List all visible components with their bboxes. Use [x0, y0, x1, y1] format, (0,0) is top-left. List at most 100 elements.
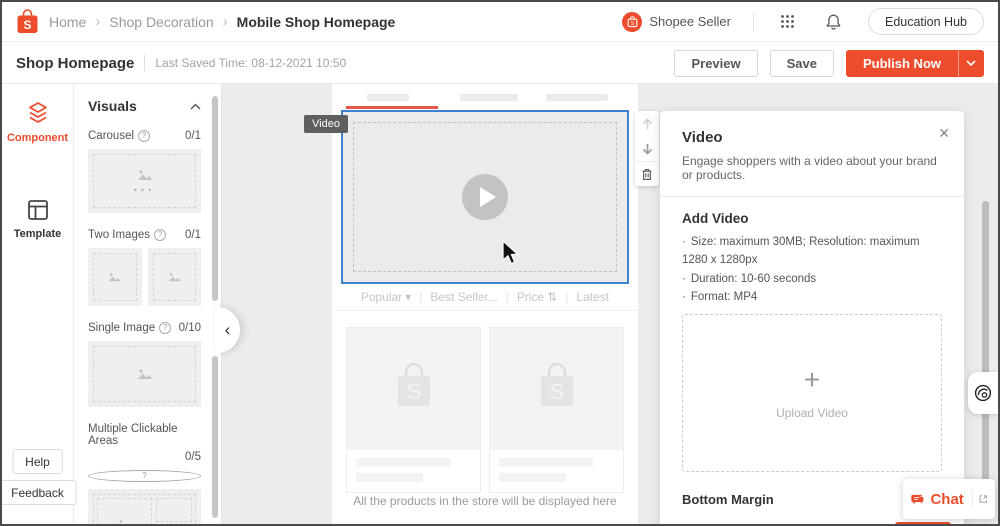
question-icon[interactable]: ?	[88, 470, 201, 482]
spec-duration: Duration: 10-60 seconds	[682, 270, 942, 288]
tab-template-label: Template	[13, 228, 62, 240]
chevron-up-icon[interactable]	[190, 103, 201, 110]
product-placeholders[interactable]: S S	[346, 327, 624, 493]
carousel-dots-icon: •••	[133, 184, 156, 195]
multiple-areas-count: 0/5	[185, 451, 201, 463]
publish-dropdown-button[interactable]	[958, 49, 984, 77]
divider: |	[505, 290, 509, 304]
carousel-label: Carousel	[88, 130, 135, 142]
image-placeholder-icon	[137, 369, 152, 379]
shopee-bag-placeholder-icon: S	[540, 363, 573, 406]
chat-label: Chat	[930, 490, 964, 508]
product-sort-bar: Popular ▾ | Best Seller... | Price ⇅ | L…	[332, 284, 638, 311]
move-down-button[interactable]	[635, 136, 659, 161]
two-images-thumbnail-left[interactable]	[88, 248, 142, 306]
template-icon	[27, 200, 48, 220]
mouse-cursor-icon	[502, 240, 519, 265]
move-up-button[interactable]	[635, 111, 659, 136]
visuals-title: Visuals	[88, 98, 137, 114]
notifications-button[interactable]	[821, 9, 846, 35]
panel-scrollbar-thumb[interactable]	[212, 356, 218, 518]
component-tooltip: Video	[304, 115, 348, 133]
close-panel-button[interactable]: ✕	[938, 125, 950, 142]
feedback-button[interactable]: Feedback	[2, 480, 77, 505]
preview-button[interactable]: Preview	[674, 49, 758, 77]
panel-save-button[interactable]: Save	[894, 521, 951, 524]
divider	[144, 55, 146, 71]
breadcrumb-current: Mobile Shop Homepage	[236, 13, 396, 30]
panel-scrollbar-thumb[interactable]	[212, 96, 218, 301]
visuals-panel: Visuals Carousel ? 0/1 ••• Two Images ? …	[74, 84, 222, 524]
expand-icon[interactable]	[979, 493, 988, 505]
breadcrumb-home[interactable]: Home	[49, 14, 86, 30]
svg-text:S: S	[549, 379, 564, 404]
tab-component[interactable]: Component	[2, 84, 73, 154]
chat-widget[interactable]: Chat	[903, 479, 995, 519]
seller-account[interactable]: S Shopee Seller	[622, 11, 731, 32]
product-card-placeholder: S	[346, 327, 481, 493]
component-row-carousel: Carousel ? 0/1	[88, 130, 201, 142]
divider: |	[565, 290, 569, 304]
grid-icon	[781, 15, 794, 28]
shopee-logo-icon[interactable]: S	[16, 9, 39, 34]
page-toolbar: Shop Homepage Last Saved Time: 08-12-202…	[2, 43, 998, 84]
preview-shop-tabs	[332, 84, 638, 110]
image-placeholder-icon	[108, 273, 122, 282]
seller-label: Shopee Seller	[649, 14, 731, 29]
arrow-down-icon	[642, 143, 652, 155]
chevron-down-icon	[966, 60, 976, 66]
faded-tab-placeholder	[546, 94, 608, 101]
publish-now-button[interactable]: Publish Now	[846, 49, 958, 77]
chat-icon	[911, 494, 924, 504]
question-icon[interactable]: ?	[159, 322, 172, 334]
video-component-selected[interactable]	[341, 110, 629, 284]
save-button[interactable]: Save	[769, 49, 834, 77]
image-placeholder-icon	[119, 520, 124, 524]
support-button[interactable]	[968, 372, 998, 414]
spec-format: Format: MP4	[682, 288, 942, 306]
component-toolbar	[635, 111, 659, 186]
tab-template[interactable]: Template	[2, 182, 73, 250]
component-row-single-image: Single Image ? 0/10	[88, 322, 201, 334]
multiple-areas-label: Multiple Clickable Areas	[88, 423, 178, 447]
breadcrumb-shop-decoration[interactable]: Shop Decoration	[109, 14, 213, 30]
education-hub-button[interactable]: Education Hub	[867, 8, 984, 35]
top-nav: S Home › Shop Decoration › Mobile Shop H…	[2, 2, 998, 42]
headset-icon	[974, 384, 992, 402]
apps-grid-button[interactable]	[776, 10, 799, 33]
left-rail: Component Template Help Feedback	[2, 84, 77, 524]
image-placeholder-icon	[168, 273, 181, 282]
bottom-margin-label: Bottom Margin	[682, 492, 774, 508]
delete-component-button[interactable]	[635, 161, 659, 186]
add-video-title: Add Video	[682, 211, 749, 226]
publish-button-group: Publish Now	[846, 49, 984, 77]
play-icon	[462, 174, 508, 220]
caret-down-icon: ▾	[405, 290, 412, 304]
video-specs-list: Size: maximum 30MB; Resolution: maximum …	[682, 233, 942, 307]
divider	[752, 11, 754, 32]
editor-canvas: Popular ▾ | Best Seller... | Price ⇅ | L…	[222, 84, 998, 524]
video-settings-panel: Video ✕ Engage shoppers with a video abo…	[660, 111, 964, 524]
canvas-scrollbar-thumb[interactable]	[982, 201, 989, 513]
upload-video-label: Upload Video	[776, 405, 848, 420]
faded-tab-placeholder	[460, 94, 518, 101]
question-icon[interactable]: ?	[138, 130, 151, 142]
two-images-label: Two Images	[88, 229, 150, 241]
sort-arrows-icon: ⇅	[547, 290, 558, 304]
arrow-up-icon	[642, 117, 652, 129]
upload-video-dropzone[interactable]: + Upload Video	[682, 313, 942, 472]
sort-latest: Latest	[576, 290, 610, 304]
svg-text:S: S	[23, 18, 31, 32]
single-image-count: 0/10	[178, 322, 201, 334]
question-icon[interactable]: ?	[154, 229, 166, 241]
two-images-thumbnail-right[interactable]	[147, 248, 201, 306]
breadcrumb: Home › Shop Decoration › Mobile Shop Hom…	[49, 13, 395, 30]
carousel-thumbnail[interactable]: •••	[88, 149, 201, 213]
help-button[interactable]: Help	[12, 449, 63, 474]
toolbar-actions: Preview Save Publish Now	[674, 49, 984, 77]
single-image-thumbnail[interactable]	[88, 341, 201, 407]
two-images-count: 0/1	[185, 229, 201, 241]
trash-icon	[642, 168, 652, 180]
last-saved-time: Last Saved Time: 08-12-2021 10:50	[155, 56, 347, 70]
multiple-areas-thumbnail[interactable]	[88, 489, 201, 524]
